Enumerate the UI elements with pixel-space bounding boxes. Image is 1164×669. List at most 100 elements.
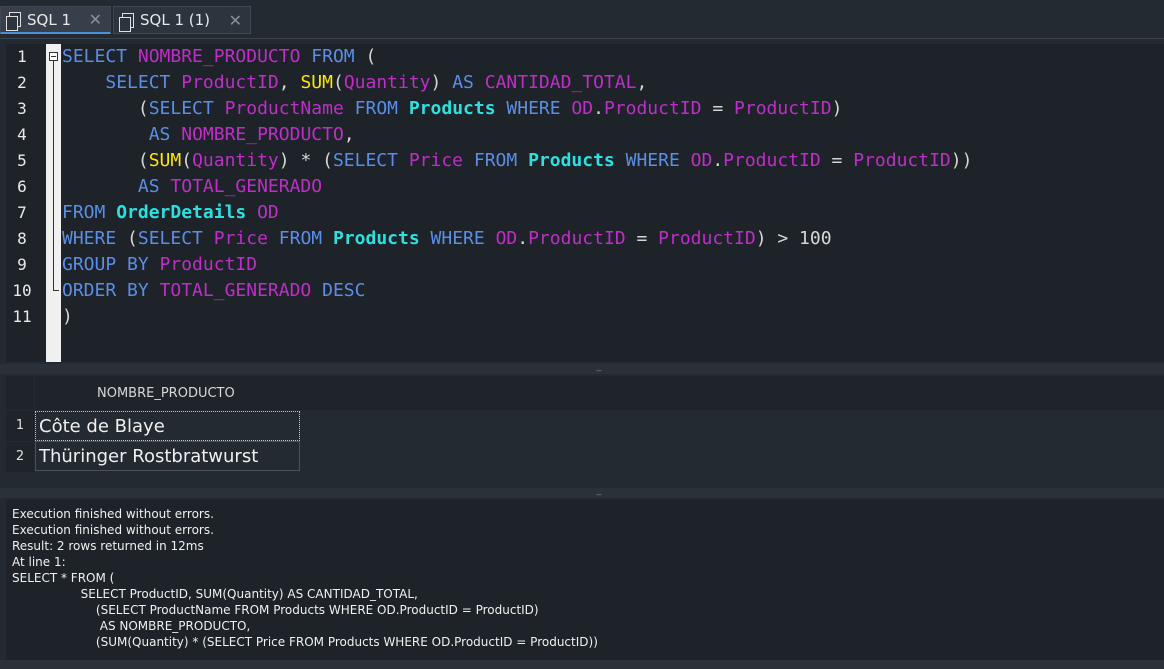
- document-icon: [6, 12, 21, 31]
- sql-text: ) > 100: [755, 228, 832, 249]
- sql-keyword: ORDER BY: [62, 280, 149, 301]
- sql-table-name: OrderDetails: [116, 202, 247, 223]
- sql-identifier: ProductID: [528, 228, 626, 249]
- sql-text: .: [593, 98, 604, 119]
- sql-identifier: TOTAL_GENERADO: [170, 176, 323, 197]
- column-header[interactable]: NOMBRE_PRODUCTO: [35, 376, 1164, 410]
- code-area[interactable]: SELECT NOMBRE_PRODUCTO FROM ( SELECT Pro…: [62, 44, 1162, 362]
- message-line: AS NOMBRE_PRODUCTO,: [12, 619, 251, 633]
- grid-corner: [6, 376, 34, 410]
- sql-identifier: OD: [257, 202, 279, 223]
- fold-line: [53, 61, 54, 290]
- message-line: (SUM(Quantity) * (SELECT Price FROM Prod…: [12, 635, 598, 649]
- sql-identifier: CANTIDAD_TOTAL: [484, 72, 637, 93]
- fold-line-end: [53, 290, 59, 291]
- sql-keyword: FROM: [473, 150, 518, 171]
- sql-keyword: AS: [148, 124, 171, 145]
- sql-identifier: ProductID: [603, 98, 702, 119]
- line-number: 10: [12, 281, 32, 300]
- message-line: Result: 2 rows returned in 12ms: [12, 539, 204, 553]
- grip-icon: ‒: [596, 366, 602, 376]
- sql-text: ,: [343, 124, 355, 145]
- code-line: SELECT ProductID, SUM(Quantity) AS CANTI…: [62, 70, 647, 96]
- collapse-icon[interactable]: [49, 52, 58, 61]
- sql-identifier: OD: [690, 150, 713, 171]
- sql-identifier: ProductID: [734, 98, 832, 119]
- row-header[interactable]: 2: [6, 442, 34, 472]
- line-number: 4: [17, 125, 27, 144]
- code-line: ORDER BY TOTAL_GENERADO DESC: [62, 278, 365, 304]
- sql-keyword: AS: [137, 176, 160, 197]
- sql-keyword: DESC: [322, 280, 366, 301]
- message-log: Execution finished without errors. Execu…: [6, 500, 1164, 660]
- results-messages-splitter[interactable]: ‒: [0, 488, 1164, 500]
- sql-identifier: ProductID: [159, 254, 258, 275]
- line-number: 5: [17, 151, 27, 170]
- sql-keyword: GROUP BY: [62, 254, 149, 275]
- sql-text: =: [820, 150, 854, 171]
- line-number: 6: [17, 177, 27, 196]
- close-icon[interactable]: ✕: [89, 10, 102, 29]
- sql-text: (: [62, 98, 149, 119]
- sql-text: ): [831, 98, 843, 119]
- code-line: WHERE (SELECT Price FROM Products WHERE …: [62, 226, 832, 252]
- sql-identifier: Quantity: [343, 72, 431, 93]
- column-header-label: NOMBRE_PRODUCTO: [97, 386, 235, 401]
- tab-label: SQL 1: [27, 10, 71, 29]
- result-cell[interactable]: Côte de Blaye: [35, 411, 300, 441]
- message-line: At line 1:: [12, 555, 66, 569]
- sql-text: ): [430, 72, 453, 93]
- sql-keyword: SELECT: [332, 150, 398, 171]
- code-line: AS NOMBRE_PRODUCTO,: [62, 122, 355, 148]
- sql-identifier: TOTAL_GENERADO: [159, 280, 312, 301]
- document-icon: [119, 12, 134, 32]
- sql-keyword: WHERE: [506, 98, 561, 119]
- sql-keyword: SELECT: [137, 228, 203, 249]
- message-line: (SELECT ProductName FROM Products WHERE …: [12, 603, 539, 617]
- results-grid[interactable]: NOMBRE_PRODUCTO 1 Côte de Blaye 2 Thürin…: [6, 376, 1164, 486]
- sql-editor[interactable]: 1 2 3 4 5 6 7 8 9 10 11 SELECT NOMBRE_PRODUCTO FRO…: [6, 44, 1164, 362]
- sql-keyword: SELECT: [148, 98, 214, 119]
- sql-text: ,: [636, 72, 648, 93]
- sql-text: (: [181, 150, 193, 171]
- code-line: (SELECT ProductName FROM Products WHERE …: [62, 96, 843, 122]
- code-line: FROM OrderDetails OD: [62, 200, 279, 226]
- sql-text: ): [62, 306, 73, 327]
- message-line: Execution finished without errors.: [12, 507, 214, 521]
- row-header[interactable]: 1: [6, 411, 34, 441]
- tab-sql-1[interactable]: SQL 1 ✕: [0, 6, 111, 34]
- sql-table-name: Products: [408, 98, 496, 119]
- line-number: 11: [12, 307, 32, 326]
- sql-identifier: Price: [213, 228, 268, 249]
- line-number: 1: [17, 47, 27, 66]
- sql-text: =: [625, 228, 659, 249]
- code-line: SELECT NOMBRE_PRODUCTO FROM (: [62, 44, 376, 70]
- tab-sql-1-1[interactable]: SQL 1 (1) ✕: [113, 6, 251, 34]
- sql-text: .: [517, 228, 529, 249]
- tab-bar: SQL 1 ✕ SQL 1 (1) ✕: [0, 0, 1164, 39]
- sql-function: SUM: [148, 150, 182, 171]
- bottom-scroll-area: [0, 660, 1164, 669]
- sql-keyword: FROM: [278, 228, 323, 249]
- line-number-gutter: 1 2 3 4 5 6 7 8 9 10 11: [6, 44, 46, 362]
- sql-text: (: [116, 228, 138, 249]
- sql-identifier: OD: [571, 98, 594, 119]
- result-cell[interactable]: Thüringer Rostbratwurst: [35, 441, 300, 471]
- editor-results-splitter[interactable]: ‒: [0, 364, 1164, 376]
- close-icon[interactable]: ✕: [229, 11, 242, 30]
- message-line: Execution finished without errors.: [12, 523, 214, 537]
- sql-identifier: ProductID: [181, 72, 279, 93]
